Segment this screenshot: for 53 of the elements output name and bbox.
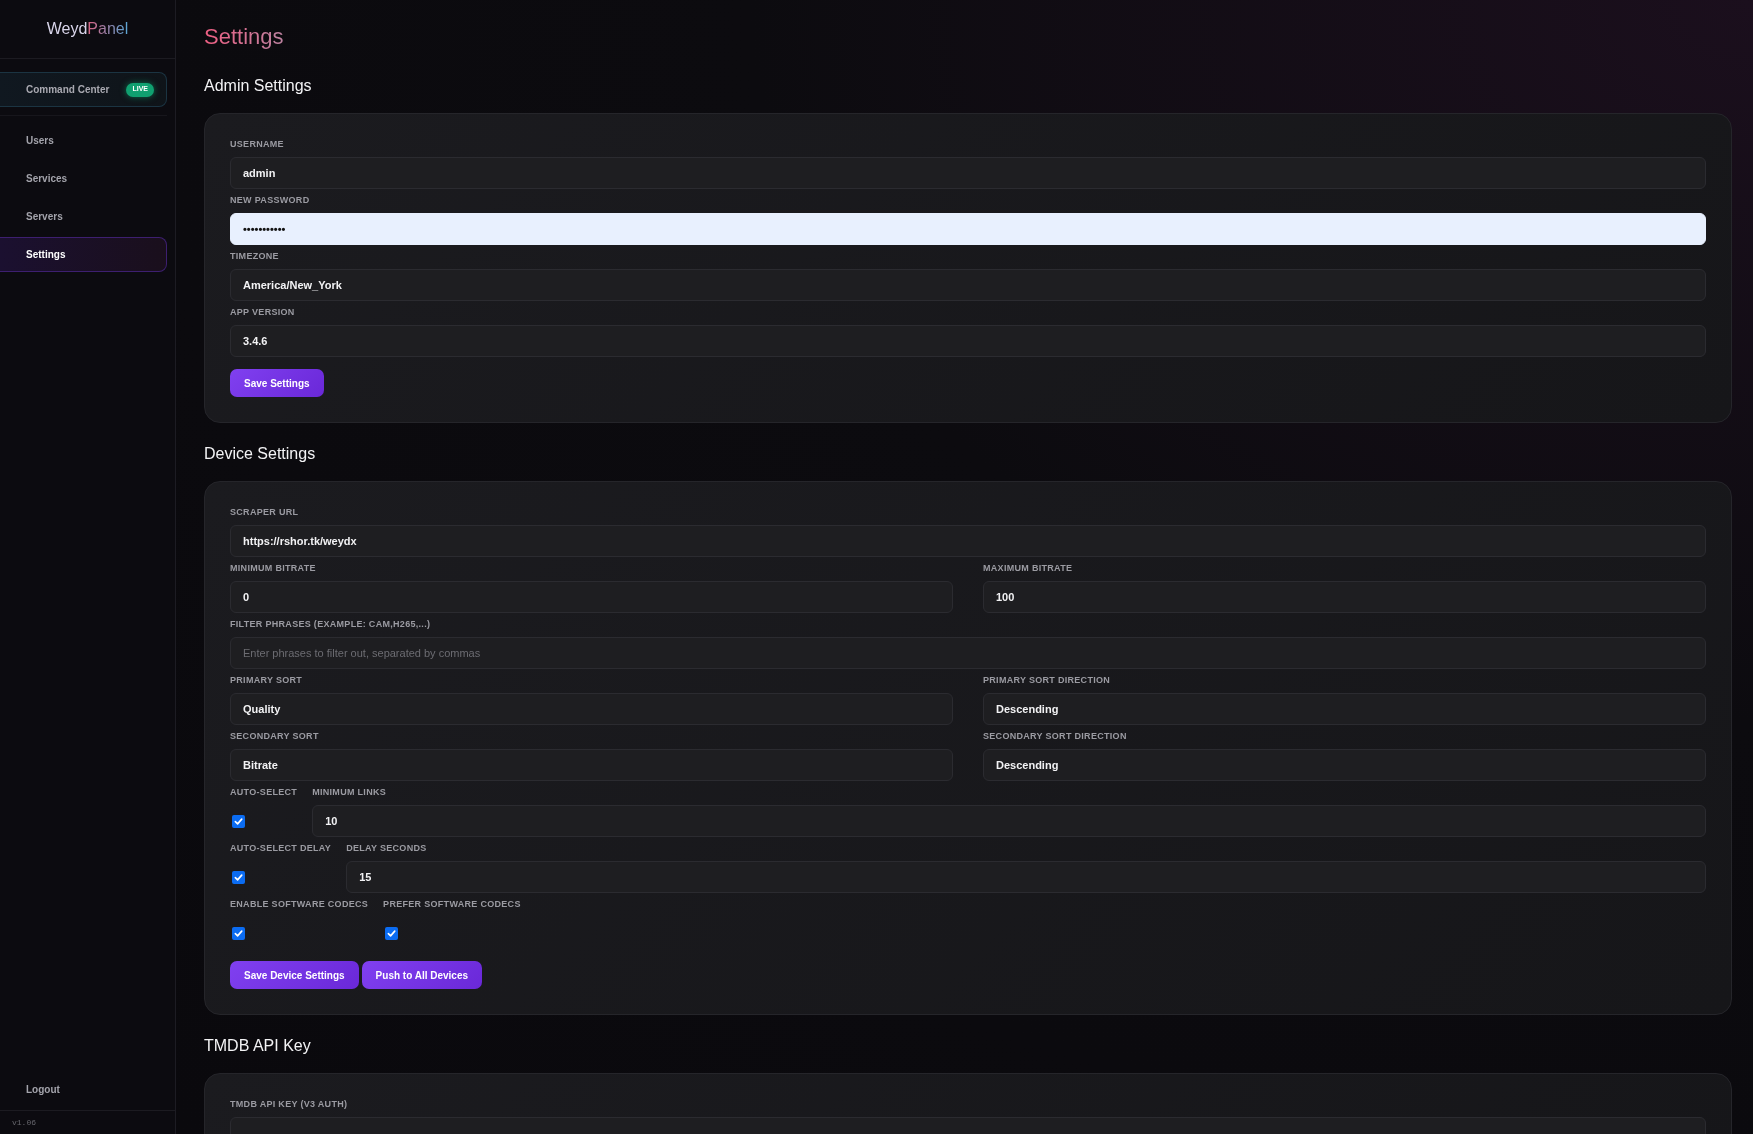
check-icon — [387, 928, 397, 938]
field-label: FILTER PHRASES (EXAMPLE: CAM,H265,...) — [230, 619, 432, 630]
input-field[interactable]: 100 — [983, 581, 1706, 613]
app-logo: WeydPanel — [46, 19, 129, 39]
checkbox[interactable] — [232, 926, 245, 940]
nav-item[interactable]: Servers — [0, 199, 167, 234]
action-button[interactable]: Save Device Settings — [230, 961, 359, 989]
version-label: v1.06 — [12, 1116, 36, 1129]
field-label: ENABLE SOFTWARE CODECS — [230, 899, 369, 910]
field-label: SECONDARY SORT DIRECTION — [983, 731, 1128, 742]
field-label: TIMEZONE — [230, 251, 280, 262]
check-icon — [234, 816, 243, 826]
checkbox[interactable] — [232, 814, 245, 828]
field-label: DELAY SECONDS — [346, 843, 428, 854]
input-field[interactable]: 10 — [312, 805, 1706, 837]
input-field[interactable]: Descending — [983, 693, 1706, 725]
field-label: USERNAME — [230, 139, 285, 150]
input-field[interactable]: Quality — [230, 693, 953, 725]
nav-item[interactable]: Users — [0, 123, 167, 158]
field-label: MINIMUM BITRATE — [230, 563, 317, 574]
field-label: SCRAPER URL — [230, 507, 300, 518]
field-label: AUTO-SELECT — [230, 787, 298, 798]
input-field[interactable]: 15 — [346, 861, 1706, 893]
field-label: MINIMUM LINKS — [312, 787, 388, 798]
checkbox[interactable] — [232, 870, 245, 884]
field-label: SECONDARY SORT — [230, 731, 320, 742]
field-label: MAXIMUM BITRATE — [983, 563, 1074, 574]
section-heading: TMDB API Key — [204, 1036, 312, 1056]
check-icon — [234, 872, 243, 882]
input-field[interactable]: 3.4.6 — [230, 325, 1706, 357]
logout-link[interactable]: Logout — [26, 1081, 60, 1097]
action-button[interactable]: Save Settings — [230, 369, 324, 397]
field-label: TMDB API KEY (V3 AUTH) — [230, 1099, 349, 1110]
input-field[interactable]: ••••••••••• — [230, 213, 1706, 245]
field-label: NEW PASSWORD — [230, 195, 311, 206]
nav-item[interactable]: Services — [0, 161, 167, 196]
input-field[interactable]: https://rshor.tk/weydx — [230, 525, 1706, 557]
field-label: AUTO-SELECT DELAY — [230, 843, 332, 854]
input-field[interactable]: America/New_York — [230, 269, 1706, 301]
section-heading: Admin Settings — [204, 76, 313, 96]
action-button[interactable]: Push to All Devices — [361, 961, 483, 989]
field-label: APP VERSION — [230, 307, 296, 318]
field-label: PREFER SOFTWARE CODECS — [383, 899, 521, 910]
input-field[interactable]: 0 — [230, 581, 953, 613]
check-icon — [234, 928, 243, 938]
input-field[interactable]: admin — [230, 157, 1706, 189]
checkbox[interactable] — [385, 926, 399, 940]
field-label: PRIMARY SORT — [230, 675, 304, 686]
nav-item[interactable]: Settings — [0, 237, 167, 272]
input-field[interactable]: Descending — [983, 749, 1706, 781]
section-heading: Device Settings — [204, 444, 317, 464]
input-field[interactable]: Bitrate — [230, 749, 953, 781]
field-label: PRIMARY SORT DIRECTION — [983, 675, 1112, 686]
